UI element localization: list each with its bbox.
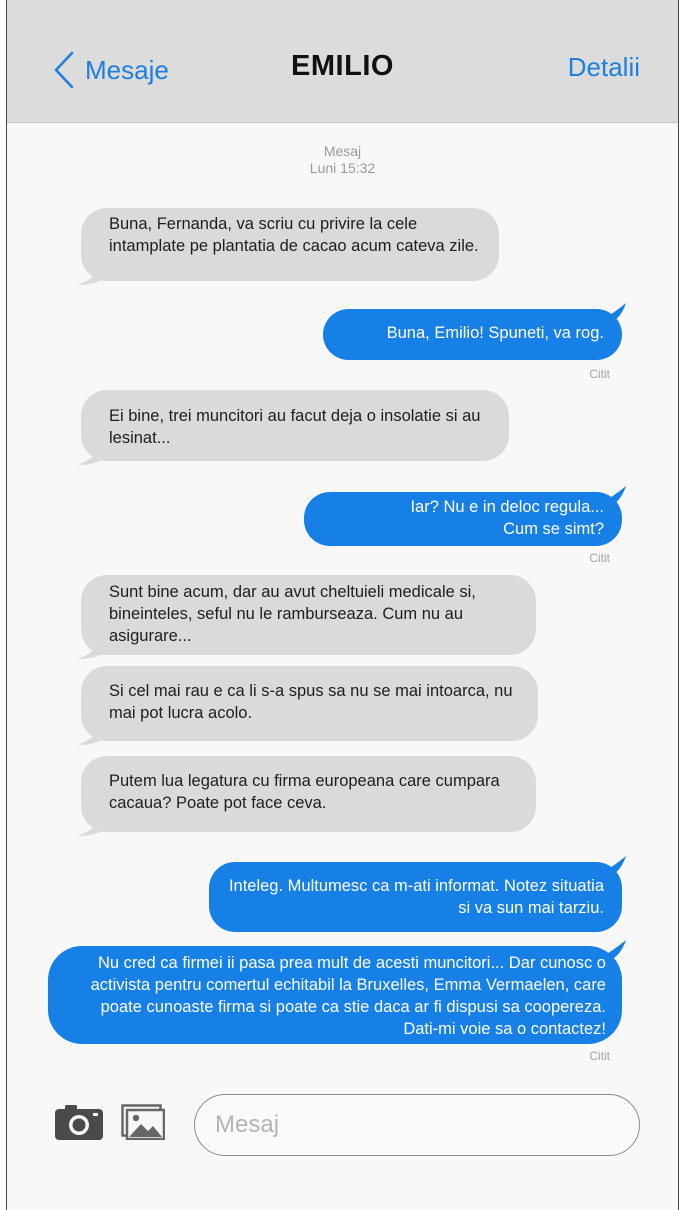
camera-icon: [55, 1105, 103, 1140]
bubble-tail-right: [600, 940, 626, 958]
message-bubble-outgoing[interactable]: Buna, Emilio! Spuneti, va rog.: [323, 303, 626, 360]
read-receipt: Citit: [589, 1049, 610, 1063]
message-bubble-incoming[interactable]: Buna, Fernanda, va scriu cu privire la c…: [77, 208, 499, 285]
message-bubble-incoming[interactable]: Si cel mai rau e ca li s-a spus sa nu se…: [77, 666, 538, 745]
bubble-tail-right: [600, 486, 626, 504]
message-text: Si cel mai rau e ca li s-a spus sa nu se…: [109, 682, 513, 722]
bubble-tail-left: [77, 267, 103, 285]
conversation-timestamp: Mesaj Luni 15:32: [7, 143, 678, 177]
timestamp-time: Luni 15:32: [309, 160, 376, 176]
read-receipt: Citit: [589, 367, 610, 381]
bubble-tail-left: [77, 447, 103, 465]
bubble-tail-right: [600, 303, 626, 321]
message-text: Ei bine, trei muncitori au facut deja o …: [109, 407, 481, 447]
bubble-tail-left: [77, 641, 103, 659]
image-gallery-icon: [121, 1104, 166, 1141]
message-bubble-incoming[interactable]: Putem lua legatura cu firma europeana ca…: [77, 756, 536, 836]
message-text: Sunt bine acum, dar au avut cheltuieli m…: [109, 583, 476, 645]
gallery-button[interactable]: [121, 1104, 166, 1145]
message-text: Putem lua legatura cu firma europeana ca…: [109, 772, 500, 812]
message-text: Nu cred ca firmei ii pasa prea mult de a…: [90, 954, 606, 1038]
camera-button[interactable]: [55, 1104, 103, 1145]
message-bubble-outgoing[interactable]: Inteleg. Multumesc ca m-ati informat. No…: [209, 856, 626, 932]
message-bubble-incoming[interactable]: Sunt bine acum, dar au avut cheltuieli m…: [77, 575, 536, 659]
bubble-tail-left: [77, 727, 103, 745]
message-text: Buna, Fernanda, va scriu cu privire la c…: [109, 215, 479, 255]
bubble-tail-left: [77, 818, 103, 836]
details-button[interactable]: Detalii: [568, 52, 640, 83]
messages-screen: Mesaje EMILIO Detalii Mesaj Luni 15:32 B…: [6, 0, 679, 1210]
message-input[interactable]: [194, 1094, 640, 1156]
message-text: Buna, Emilio! Spuneti, va rog.: [386, 324, 604, 342]
message-text: Iar? Nu e in deloc regula... Cum se simt…: [410, 498, 604, 538]
message-text: Inteleg. Multumesc ca m-ati informat. No…: [228, 877, 604, 917]
timestamp-label: Mesaj: [323, 143, 362, 159]
message-bubble-incoming[interactable]: Ei bine, trei muncitori au facut deja o …: [77, 390, 509, 465]
read-receipt: Citit: [589, 551, 610, 565]
bubble-tail-right: [600, 856, 626, 874]
message-bubble-outgoing[interactable]: Nu cred ca firmei ii pasa prea mult de a…: [48, 940, 626, 1044]
conversation-header: Mesaje EMILIO Detalii: [7, 0, 678, 123]
message-bubble-outgoing[interactable]: Iar? Nu e in deloc regula... Cum se simt…: [304, 486, 626, 546]
